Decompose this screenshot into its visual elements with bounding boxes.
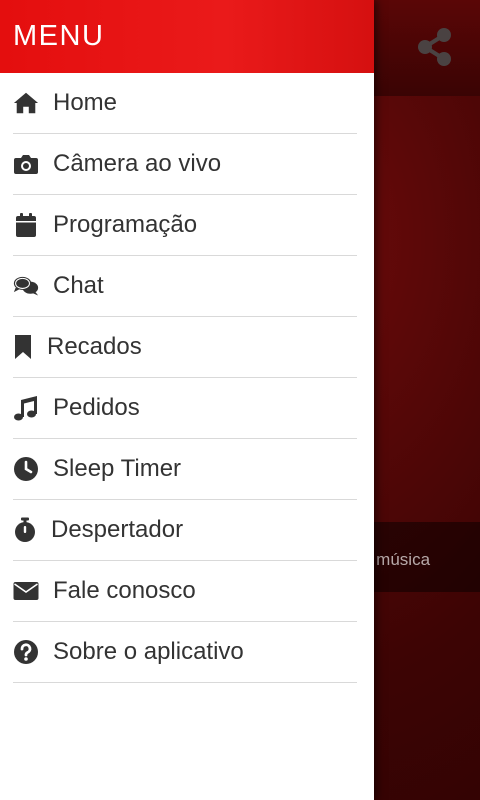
chat-icon <box>13 273 39 299</box>
share-icon <box>417 27 453 71</box>
menu-item-chat[interactable]: Chat <box>13 256 357 317</box>
menu-item-recados[interactable]: Recados <box>13 317 357 378</box>
menu-item-programacao[interactable]: Programação <box>13 195 357 256</box>
menu-list: Home Câmera ao vivo Programação Chat Rec… <box>0 73 374 683</box>
stopwatch-icon <box>13 517 37 543</box>
menu-item-despertador[interactable]: Despertador <box>13 500 357 561</box>
camera-icon <box>13 151 39 177</box>
menu-item-fale-conosco[interactable]: Fale conosco <box>13 561 357 622</box>
menu-item-label: Despertador <box>51 516 184 543</box>
clock-icon <box>13 456 39 482</box>
menu-item-home[interactable]: Home <box>13 73 357 134</box>
now-playing-text: a música <box>362 550 431 569</box>
menu-item-sobre[interactable]: Sobre o aplicativo <box>13 622 357 683</box>
music-icon <box>13 395 39 421</box>
menu-item-label: Programação <box>53 211 198 238</box>
menu-item-label: Pedidos <box>53 394 140 421</box>
menu-item-label: Sobre o aplicativo <box>53 638 244 665</box>
menu-item-label: Fale conosco <box>53 577 196 604</box>
share-button[interactable] <box>412 26 458 72</box>
home-icon <box>13 90 39 116</box>
navigation-drawer: MENU Home Câmera ao vivo Programação Cha… <box>0 0 374 800</box>
bookmark-icon <box>13 334 33 360</box>
menu-item-label: Recados <box>47 333 142 360</box>
drawer-title: MENU <box>13 20 105 52</box>
menu-item-camera[interactable]: Câmera ao vivo <box>13 134 357 195</box>
calendar-icon <box>13 212 39 238</box>
menu-item-pedidos[interactable]: Pedidos <box>13 378 357 439</box>
menu-item-sleep-timer[interactable]: Sleep Timer <box>13 439 357 500</box>
menu-item-label: Chat <box>53 272 104 299</box>
envelope-icon <box>13 578 39 604</box>
question-icon <box>13 639 39 665</box>
menu-item-label: Sleep Timer <box>53 455 182 482</box>
drawer-header: MENU <box>0 0 374 73</box>
menu-item-label: Câmera ao vivo <box>53 150 222 177</box>
menu-item-label: Home <box>53 89 118 116</box>
